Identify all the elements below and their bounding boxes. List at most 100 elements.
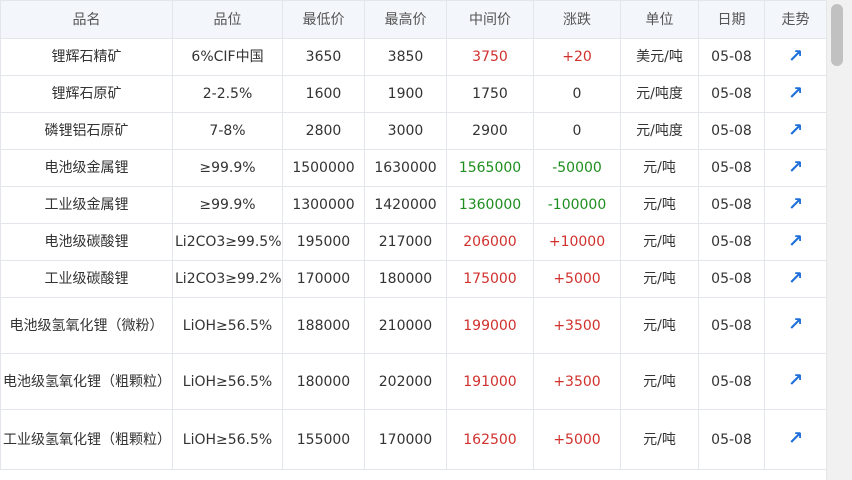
header-name: 品名	[0, 0, 173, 39]
chart-trend-icon[interactable]: ↗	[788, 370, 803, 391]
chart-trend-icon[interactable]: ↗	[788, 194, 803, 215]
high-price: 3850	[364, 38, 447, 76]
price-change: -50000	[533, 149, 621, 187]
product-grade: Li2CO3≥99.5%	[172, 223, 283, 261]
product-name: 电池级氢氧化锂（粗颗粒）	[0, 353, 173, 410]
price-unit: 元/吨	[620, 186, 699, 224]
low-price: 2800	[282, 112, 365, 150]
header-high-price: 最高价	[364, 0, 447, 39]
product-grade: ≥99.9%	[172, 149, 283, 187]
price-change: +3500	[533, 297, 621, 354]
mid-price: 162500	[446, 409, 534, 470]
product-grade: Li2CO3≥99.2%	[172, 260, 283, 298]
low-price: 155000	[282, 409, 365, 470]
product-grade: 2-2.5%	[172, 75, 283, 113]
mid-price: 3750	[446, 38, 534, 76]
table-row: 工业级碳酸锂 Li2CO3≥99.2% 170000 180000 175000…	[0, 260, 826, 298]
price-table: 品名 品位 最低价 最高价 中间价 涨跌 单位 日期 走势 锂辉石精矿 6%CI…	[0, 0, 826, 470]
high-price: 1900	[364, 75, 447, 113]
price-unit: 元/吨度	[620, 75, 699, 113]
price-date: 05-08	[698, 353, 765, 410]
table-row: 工业级氢氧化锂（粗颗粒） LiOH≥56.5% 155000 170000 16…	[0, 409, 826, 470]
header-low-price: 最低价	[282, 0, 365, 39]
table-row: 工业级金属锂 ≥99.9% 1300000 1420000 1360000 -1…	[0, 186, 826, 224]
table-row: 锂辉石精矿 6%CIF中国 3650 3850 3750 +20 美元/吨 05…	[0, 38, 826, 76]
mid-price: 199000	[446, 297, 534, 354]
mid-price: 1565000	[446, 149, 534, 187]
trend-cell: ↗	[764, 409, 826, 470]
table-header-row: 品名 品位 最低价 最高价 中间价 涨跌 单位 日期 走势	[0, 0, 826, 39]
chart-trend-icon[interactable]: ↗	[788, 231, 803, 252]
low-price: 1500000	[282, 149, 365, 187]
product-name: 锂辉石精矿	[0, 38, 173, 76]
trend-cell: ↗	[764, 38, 826, 76]
table-row: 电池级氢氧化锂（粗颗粒） LiOH≥56.5% 180000 202000 19…	[0, 353, 826, 410]
chart-trend-icon[interactable]: ↗	[788, 83, 803, 104]
header-unit: 单位	[620, 0, 699, 39]
header-mid-price: 中间价	[446, 0, 534, 39]
price-unit: 美元/吨	[620, 38, 699, 76]
price-date: 05-08	[698, 409, 765, 470]
product-name: 工业级碳酸锂	[0, 260, 173, 298]
price-unit: 元/吨	[620, 297, 699, 354]
price-date: 05-08	[698, 186, 765, 224]
header-change: 涨跌	[533, 0, 621, 39]
price-date: 05-08	[698, 149, 765, 187]
high-price: 180000	[364, 260, 447, 298]
chart-trend-icon[interactable]: ↗	[788, 120, 803, 141]
high-price: 3000	[364, 112, 447, 150]
product-grade: LiOH≥56.5%	[172, 353, 283, 410]
product-grade: 6%CIF中国	[172, 38, 283, 76]
low-price: 1600	[282, 75, 365, 113]
low-price: 1300000	[282, 186, 365, 224]
price-change: 0	[533, 112, 621, 150]
price-date: 05-08	[698, 112, 765, 150]
header-trend: 走势	[764, 0, 826, 39]
trend-cell: ↗	[764, 297, 826, 354]
low-price: 195000	[282, 223, 365, 261]
low-price: 188000	[282, 297, 365, 354]
price-table-container: 品名 品位 最低价 最高价 中间价 涨跌 单位 日期 走势 锂辉石精矿 6%CI…	[0, 0, 826, 480]
price-date: 05-08	[698, 297, 765, 354]
scrollbar-thumb[interactable]	[831, 4, 843, 66]
trend-cell: ↗	[764, 75, 826, 113]
trend-cell: ↗	[764, 353, 826, 410]
price-change: +10000	[533, 223, 621, 261]
high-price: 210000	[364, 297, 447, 354]
price-unit: 元/吨	[620, 409, 699, 470]
price-date: 05-08	[698, 223, 765, 261]
price-unit: 元/吨度	[620, 112, 699, 150]
vertical-scrollbar[interactable]	[826, 0, 852, 480]
high-price: 1420000	[364, 186, 447, 224]
trend-cell: ↗	[764, 223, 826, 261]
price-unit: 元/吨	[620, 353, 699, 410]
chart-trend-icon[interactable]: ↗	[788, 268, 803, 289]
trend-cell: ↗	[764, 112, 826, 150]
price-date: 05-08	[698, 75, 765, 113]
high-price: 170000	[364, 409, 447, 470]
price-change: +5000	[533, 260, 621, 298]
trend-cell: ↗	[764, 149, 826, 187]
price-change: 0	[533, 75, 621, 113]
price-unit: 元/吨	[620, 149, 699, 187]
low-price: 180000	[282, 353, 365, 410]
mid-price: 1360000	[446, 186, 534, 224]
price-change: +3500	[533, 353, 621, 410]
product-name: 磷锂铝石原矿	[0, 112, 173, 150]
mid-price: 2900	[446, 112, 534, 150]
mid-price: 175000	[446, 260, 534, 298]
mid-price: 1750	[446, 75, 534, 113]
price-change: -100000	[533, 186, 621, 224]
chart-trend-icon[interactable]: ↗	[788, 428, 803, 449]
low-price: 170000	[282, 260, 365, 298]
table-row: 电池级氢氧化锂（微粉） LiOH≥56.5% 188000 210000 199…	[0, 297, 826, 354]
price-unit: 元/吨	[620, 223, 699, 261]
mid-price: 206000	[446, 223, 534, 261]
header-grade: 品位	[172, 0, 283, 39]
chart-trend-icon[interactable]: ↗	[788, 157, 803, 178]
low-price: 3650	[282, 38, 365, 76]
product-grade: ≥99.9%	[172, 186, 283, 224]
table-row: 电池级金属锂 ≥99.9% 1500000 1630000 1565000 -5…	[0, 149, 826, 187]
chart-trend-icon[interactable]: ↗	[788, 46, 803, 67]
chart-trend-icon[interactable]: ↗	[788, 314, 803, 335]
